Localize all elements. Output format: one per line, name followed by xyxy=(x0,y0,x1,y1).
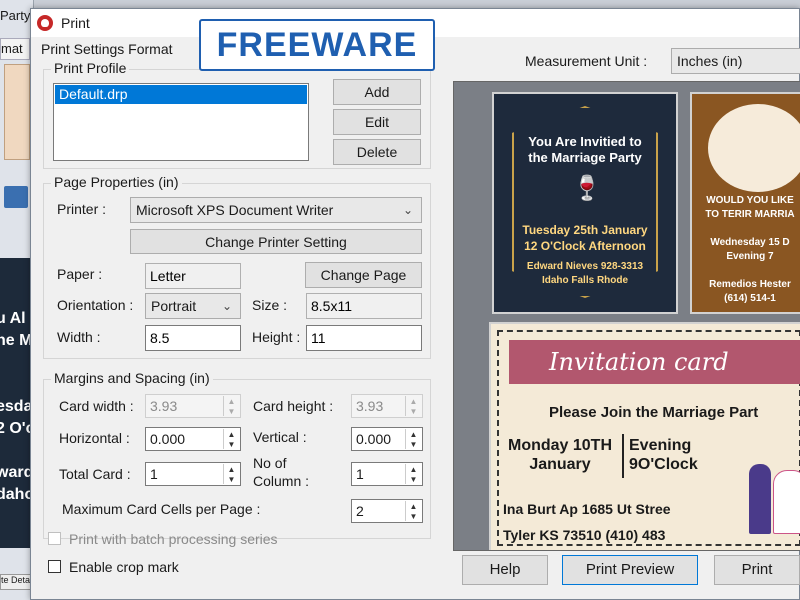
chevron-down-icon: ⌄ xyxy=(402,203,413,217)
card3-heading: Please Join the Marriage Part xyxy=(549,404,759,421)
background-app-window: Party mat u Al ne M esda 2 O'c ward daho… xyxy=(0,0,34,600)
vertical-spinner[interactable]: ▲ ▼ xyxy=(405,429,421,449)
print-preview-pane[interactable]: You Are Invitied to the Marriage Party 🍷… xyxy=(453,81,800,551)
edit-profile-button[interactable]: Edit xyxy=(333,109,421,135)
batch-processing-checkbox xyxy=(48,532,61,545)
help-button[interactable]: Help xyxy=(462,555,548,585)
printer-select-value: Microsoft XPS Document Writer xyxy=(136,202,334,218)
card1-title: You Are Invitied to the Marriage Party xyxy=(528,134,642,165)
max-cells-value: 2 xyxy=(356,503,364,519)
card-height-value: 3.93 xyxy=(356,398,384,414)
change-printer-setting-button[interactable]: Change Printer Setting xyxy=(130,229,422,254)
page-properties-label: Page Properties (in) xyxy=(51,174,182,190)
margins-label: Margins and Spacing (in) xyxy=(51,370,213,386)
measurement-unit-value: Inches (in) xyxy=(677,53,743,69)
horizontal-value: 0.000 xyxy=(150,431,186,447)
card-width-value: 3.93 xyxy=(150,398,178,414)
printer-label: Printer : xyxy=(57,201,107,217)
print-profile-label: Print Profile xyxy=(51,60,130,76)
card3-address: Ina Burt Ap 1685 Ut Stree Tyler KS 73510… xyxy=(503,501,671,543)
print-settings-title: Print Settings Format xyxy=(41,41,173,57)
couple-image xyxy=(708,104,800,192)
measurement-unit-select[interactable]: Inches (in) xyxy=(671,48,800,74)
columns-label-line2: Column : xyxy=(253,473,310,489)
printer-select[interactable]: Microsoft XPS Document Writer ⌄ xyxy=(130,197,422,223)
orientation-label: Orientation : xyxy=(57,297,134,313)
vertical-field[interactable]: 0.000 ▲ ▼ xyxy=(351,427,423,451)
size-label: Size : xyxy=(252,297,288,313)
measurement-unit-label: Measurement Unit : xyxy=(525,53,648,69)
width-field[interactable] xyxy=(145,325,241,351)
print-preview-button[interactable]: Print Preview xyxy=(562,555,698,585)
total-card-spinner[interactable]: ▲ ▼ xyxy=(223,464,239,484)
height-field[interactable] xyxy=(306,325,422,351)
total-card-value: 1 xyxy=(150,466,158,482)
invitation-card-preview-2: WOULD YOU LIKE TO TERIR MARRIA Wednesday… xyxy=(690,92,800,314)
dialog-title: Print xyxy=(61,15,90,31)
print-button[interactable]: Print xyxy=(714,555,800,585)
paper-label: Paper : xyxy=(57,266,103,282)
columns-label-line1: No of xyxy=(253,455,287,471)
horizontal-label: Horizontal : xyxy=(59,430,130,446)
orientation-select-value: Portrait xyxy=(151,298,197,314)
card2-text: WOULD YOU LIKE TO TERIR MARRIA Wednesday… xyxy=(705,195,795,304)
max-cells-field[interactable]: 2 ▲ ▼ xyxy=(351,499,423,523)
size-field[interactable] xyxy=(306,293,422,319)
add-profile-button[interactable]: Add xyxy=(333,79,421,105)
card3-banner: Invitation card xyxy=(509,340,800,384)
paper-field[interactable] xyxy=(145,263,241,289)
profile-listbox[interactable]: Default.drp xyxy=(53,83,309,161)
card-height-label: Card height : xyxy=(253,398,334,414)
invitation-card-preview-3: Invitation card Please Join the Marriage… xyxy=(489,322,800,550)
card1-date: Tuesday 25th January 12 O'Clock Afternoo… xyxy=(522,223,648,253)
total-card-label: Total Card : xyxy=(59,466,131,482)
orientation-select[interactable]: Portrait ⌄ xyxy=(145,293,241,319)
total-card-field[interactable]: 1 ▲ ▼ xyxy=(145,462,241,486)
vertical-label: Vertical : xyxy=(253,429,307,445)
vertical-value: 0.000 xyxy=(356,431,392,447)
width-label: Width : xyxy=(57,329,101,345)
freeware-watermark: FREEWARE xyxy=(199,19,435,71)
app-logo-icon xyxy=(37,15,53,31)
max-cells-label: Maximum Card Cells per Page : xyxy=(62,501,261,517)
save-icon xyxy=(4,186,28,208)
background-status-tab: te Deta xyxy=(0,574,33,590)
columns-value: 1 xyxy=(356,466,364,482)
card1-contact: Edward Nieves 928-3313 Idaho Falls Rhode xyxy=(526,261,644,286)
card-height-spinner: ▲ ▼ xyxy=(405,396,421,416)
chevron-down-icon: ⌄ xyxy=(221,299,232,313)
horizontal-spinner[interactable]: ▲ ▼ xyxy=(223,429,239,449)
background-app-title: Party xyxy=(0,8,31,23)
background-app-tab: mat xyxy=(0,38,30,60)
card3-divider xyxy=(622,434,624,478)
profile-list-item[interactable]: Default.drp xyxy=(55,85,307,104)
crop-mark-label[interactable]: Enable crop mark xyxy=(69,559,179,575)
card-height-field: 3.93 ▲ ▼ xyxy=(351,394,423,418)
card3-date: Monday 10TH January xyxy=(507,437,612,473)
columns-field[interactable]: 1 ▲ ▼ xyxy=(351,462,423,486)
invitation-card-preview-1: You Are Invitied to the Marriage Party 🍷… xyxy=(492,92,678,314)
print-dialog: Print FREEWARE Print Settings Format Pri… xyxy=(30,8,800,600)
wedding-couple-illustration xyxy=(741,442,800,538)
delete-profile-button[interactable]: Delete xyxy=(333,139,421,165)
max-cells-spinner[interactable]: ▲ ▼ xyxy=(405,501,421,521)
crop-mark-checkbox[interactable] xyxy=(48,560,61,573)
background-thumbnail xyxy=(4,64,30,160)
champagne-glasses-icon: 🍷 xyxy=(572,175,602,202)
height-label: Height : xyxy=(252,329,301,345)
card-width-field: 3.93 ▲ ▼ xyxy=(145,394,241,418)
card-width-label: Card width : xyxy=(59,398,134,414)
batch-processing-label: Print with batch processing series xyxy=(69,531,278,547)
horizontal-field[interactable]: 0.000 ▲ ▼ xyxy=(145,427,241,451)
card3-time: Evening 9O'Clock xyxy=(629,437,698,473)
card-width-spinner: ▲ ▼ xyxy=(223,396,239,416)
background-card-preview: u Al ne M esda 2 O'c ward daho xyxy=(0,258,32,548)
columns-spinner[interactable]: ▲ ▼ xyxy=(405,464,421,484)
change-page-button[interactable]: Change Page xyxy=(305,262,422,288)
